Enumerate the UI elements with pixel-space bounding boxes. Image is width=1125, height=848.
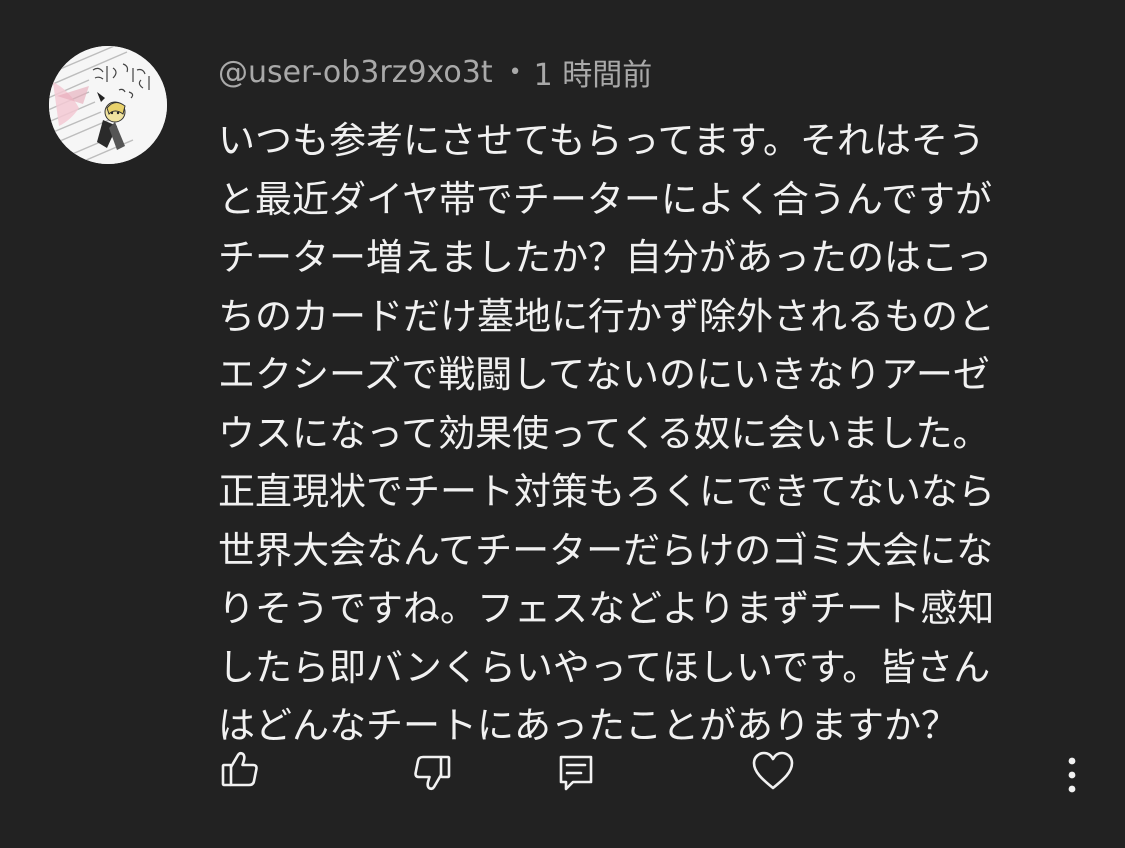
like-button[interactable] bbox=[216, 745, 264, 793]
comment-actions bbox=[0, 745, 1125, 805]
heart-icon bbox=[750, 748, 796, 794]
more-options-button[interactable] bbox=[1048, 751, 1096, 799]
comment-header: @user-ob3rz9xo3t • 1 時間前 bbox=[218, 50, 652, 94]
thumbs-up-icon bbox=[219, 748, 261, 790]
more-vertical-icon bbox=[1050, 753, 1094, 797]
reply-icon bbox=[555, 752, 597, 794]
thumbs-down-icon bbox=[411, 752, 453, 794]
comment-timestamp[interactable]: 1 時間前 bbox=[534, 50, 653, 94]
avatar[interactable] bbox=[49, 46, 167, 164]
heart-button[interactable] bbox=[749, 747, 797, 795]
meta-separator: • bbox=[508, 59, 522, 85]
reply-button[interactable] bbox=[552, 749, 600, 797]
dislike-button[interactable] bbox=[408, 749, 456, 797]
comment-text: いつも参考にさせてもらってます。それはそう と最近ダイヤ帯でチーターによく合うん… bbox=[218, 119, 995, 747]
author-name[interactable]: @user-ob3rz9xo3t bbox=[218, 55, 493, 90]
